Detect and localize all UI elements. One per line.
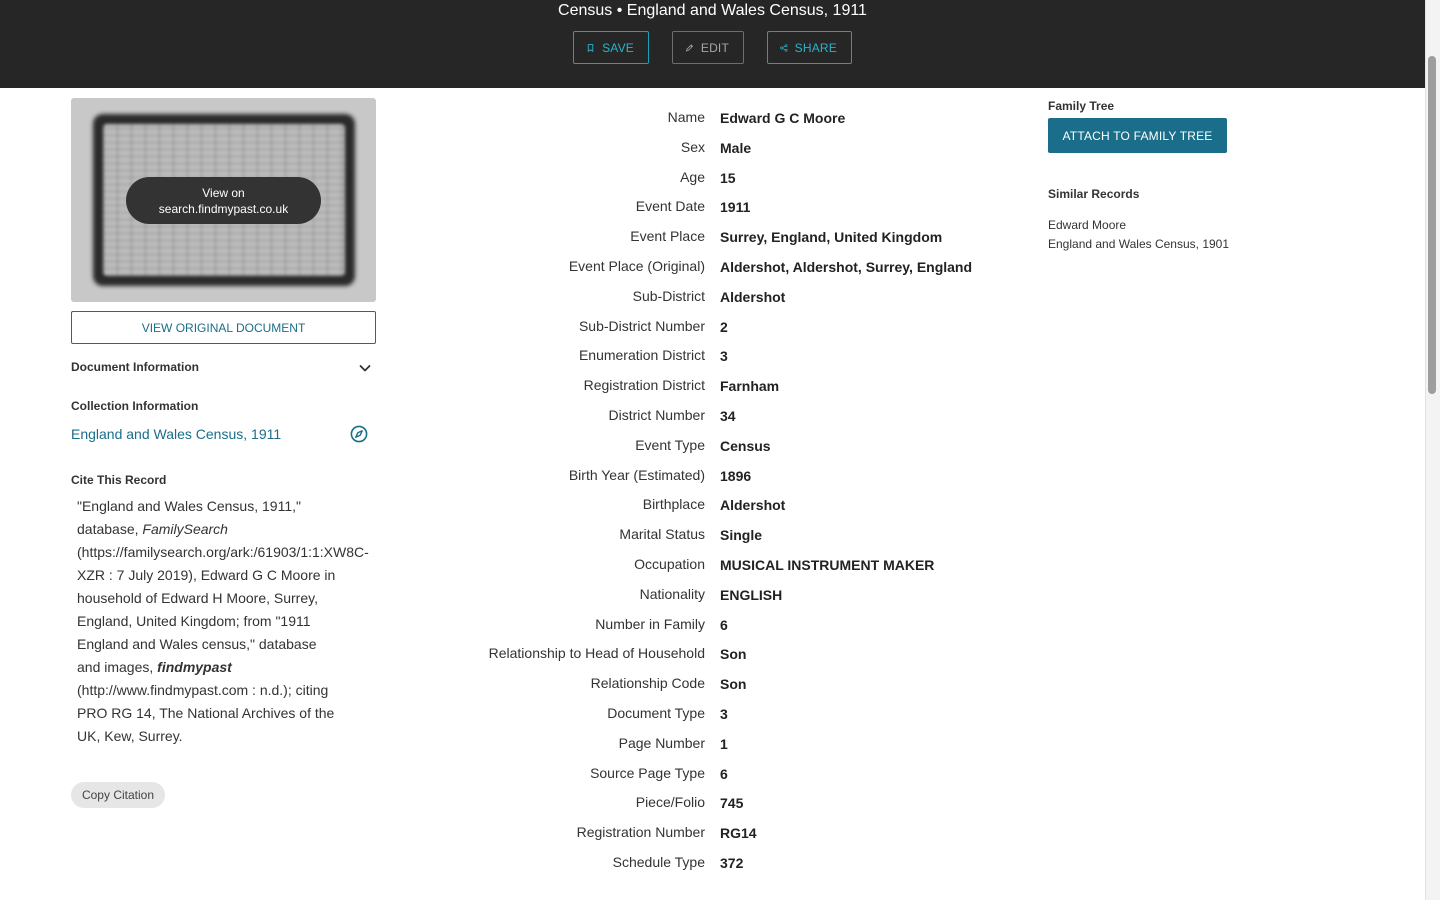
field-label: Number in Family <box>595 615 705 632</box>
field-label: Relationship Code <box>590 675 705 692</box>
field-label: Birth Year (Estimated) <box>568 466 705 483</box>
field-label: Source Page Type <box>590 764 705 781</box>
field-value: Single <box>720 527 763 544</box>
record-field-row: Page Number 1 <box>0 729 1000 759</box>
header-actions: SAVE EDIT SHARE <box>573 31 852 64</box>
field-value: Son <box>720 646 747 663</box>
edit-label: EDIT <box>700 40 729 55</box>
field-label: Registration District <box>583 377 705 394</box>
field-label: Page Number <box>618 734 705 751</box>
bookmark-icon <box>587 43 594 52</box>
record-field-row: Sex Male <box>0 133 1000 163</box>
record-field-row: Birthplace Aldershot <box>0 490 1000 520</box>
record-field-row: Nationality ENGLISH <box>0 580 1000 610</box>
record-field-row: Occupation MUSICAL INSTRUMENT MAKER <box>0 550 1000 580</box>
field-label: Sub-District Number <box>578 317 705 334</box>
field-value: 372 <box>720 855 744 871</box>
record-field-row: Source Page Type 6 <box>0 759 1000 789</box>
field-value: 1896 <box>720 467 752 484</box>
record-field-row: Age 15 <box>0 163 1000 193</box>
record-field-row: Schedule Type 372 <box>0 848 1000 878</box>
field-label: Registration Number <box>576 824 705 841</box>
field-value: RG14 <box>720 825 757 842</box>
edit-button[interactable]: EDIT <box>672 31 744 64</box>
field-label: Birthplace <box>642 496 705 513</box>
field-label: Name <box>667 109 705 125</box>
field-value: Aldershot <box>720 288 786 305</box>
field-value: 6 <box>720 616 728 633</box>
field-value: 3 <box>720 348 728 365</box>
field-label: Event Date <box>635 198 705 215</box>
record-field-row: Sub-District Number 2 <box>0 312 1000 342</box>
field-label: District Number <box>608 407 705 423</box>
page-title: Census • England and Wales Census, 1911 <box>558 2 867 19</box>
field-label: Sex <box>680 138 705 155</box>
record-field-row: Event Place (Original) Aldershot, Aldersh… <box>0 252 1000 282</box>
share-icon <box>780 43 788 52</box>
record-field-row: Piece/Folio 745 <box>0 788 1000 818</box>
field-value: MUSICAL INSTRUMENT MAKER <box>720 557 935 573</box>
field-label: Enumeration District <box>578 347 705 364</box>
field-label: Age <box>680 168 705 185</box>
record-field-row: Event Date 1911 <box>0 192 1000 222</box>
record-field-row: Registration District Farnham <box>0 371 1000 401</box>
field-label: Occupation <box>634 556 705 572</box>
record-field-row: Enumeration District 3 <box>0 341 1000 371</box>
field-value: Aldershot, Aldershot, Surrey, England <box>720 259 973 275</box>
similar-records-heading: Similar Records <box>1048 187 1140 201</box>
field-value: ENGLISH <box>720 586 783 603</box>
share-label: SHARE <box>794 40 837 55</box>
record-header: Census • England and Wales Census, 1911 … <box>0 0 1425 88</box>
field-value: Census <box>720 437 771 454</box>
record-field-row: Birth Year (Estimated) 1896 <box>0 461 1000 491</box>
similar-record-name[interactable]: Edward Moore <box>1048 218 1126 232</box>
field-label: Relationship to Head of Household <box>488 645 705 662</box>
share-button[interactable]: SHARE <box>767 31 852 64</box>
record-field-row: Number in Family 6 <box>0 610 1000 640</box>
field-label: Sub-District <box>632 287 705 304</box>
field-value: 6 <box>720 765 728 782</box>
save-label: SAVE <box>602 40 634 55</box>
field-label: Nationality <box>639 585 705 602</box>
record-field-row: Marital Status Single <box>0 520 1000 550</box>
similar-record-collection[interactable]: England and Wales Census, 1901 <box>1048 237 1229 251</box>
record-field-row: Registration Number RG14 <box>0 818 1000 848</box>
field-value: 15 <box>720 169 736 186</box>
field-label: Schedule Type <box>612 854 705 870</box>
record-field-row: Event Type Census <box>0 431 1000 461</box>
field-value: Edward G C Moore <box>720 110 846 126</box>
record-field-row: Relationship to Head of Household Son <box>0 639 1000 669</box>
field-value: Aldershot <box>720 497 786 514</box>
field-value: Surrey, England, United Kingdom <box>720 229 943 246</box>
field-label: Event Place (Original) <box>568 258 705 274</box>
field-label: Piece/Folio <box>635 794 705 811</box>
field-value: 34 <box>720 408 736 424</box>
field-value: Male <box>720 139 752 156</box>
record-field-row: District Number 34 <box>0 401 1000 431</box>
field-value: 1 <box>720 735 728 752</box>
field-label: Document Type <box>607 705 705 721</box>
field-label: Event Place <box>630 228 705 245</box>
field-label: Marital Status <box>619 526 705 543</box>
field-label: Event Type <box>635 436 705 453</box>
attach-to-family-tree-button[interactable]: ATTACH TO FAMILY TREE <box>1048 118 1227 153</box>
record-field-row: Event Place Surrey, England, United Kingd… <box>0 222 1000 252</box>
field-value: Farnham <box>720 378 780 395</box>
field-value: 2 <box>720 318 728 335</box>
save-button[interactable]: SAVE <box>573 31 649 64</box>
scrollbar-thumb[interactable] <box>1428 56 1436 394</box>
record-field-row: Name Edward G C Moore <box>0 103 1000 133</box>
pencil-icon <box>686 43 693 51</box>
field-value: 745 <box>720 795 744 812</box>
record-field-row: Sub-District Aldershot <box>0 282 1000 312</box>
family-tree-heading: Family Tree <box>1048 99 1115 113</box>
field-value: 3 <box>720 706 728 722</box>
record-field-row: Document Type 3 <box>0 699 1000 729</box>
field-value: 1911 <box>720 199 751 216</box>
record-field-row: Relationship Code Son <box>0 669 1000 699</box>
field-value: Son <box>720 676 747 693</box>
